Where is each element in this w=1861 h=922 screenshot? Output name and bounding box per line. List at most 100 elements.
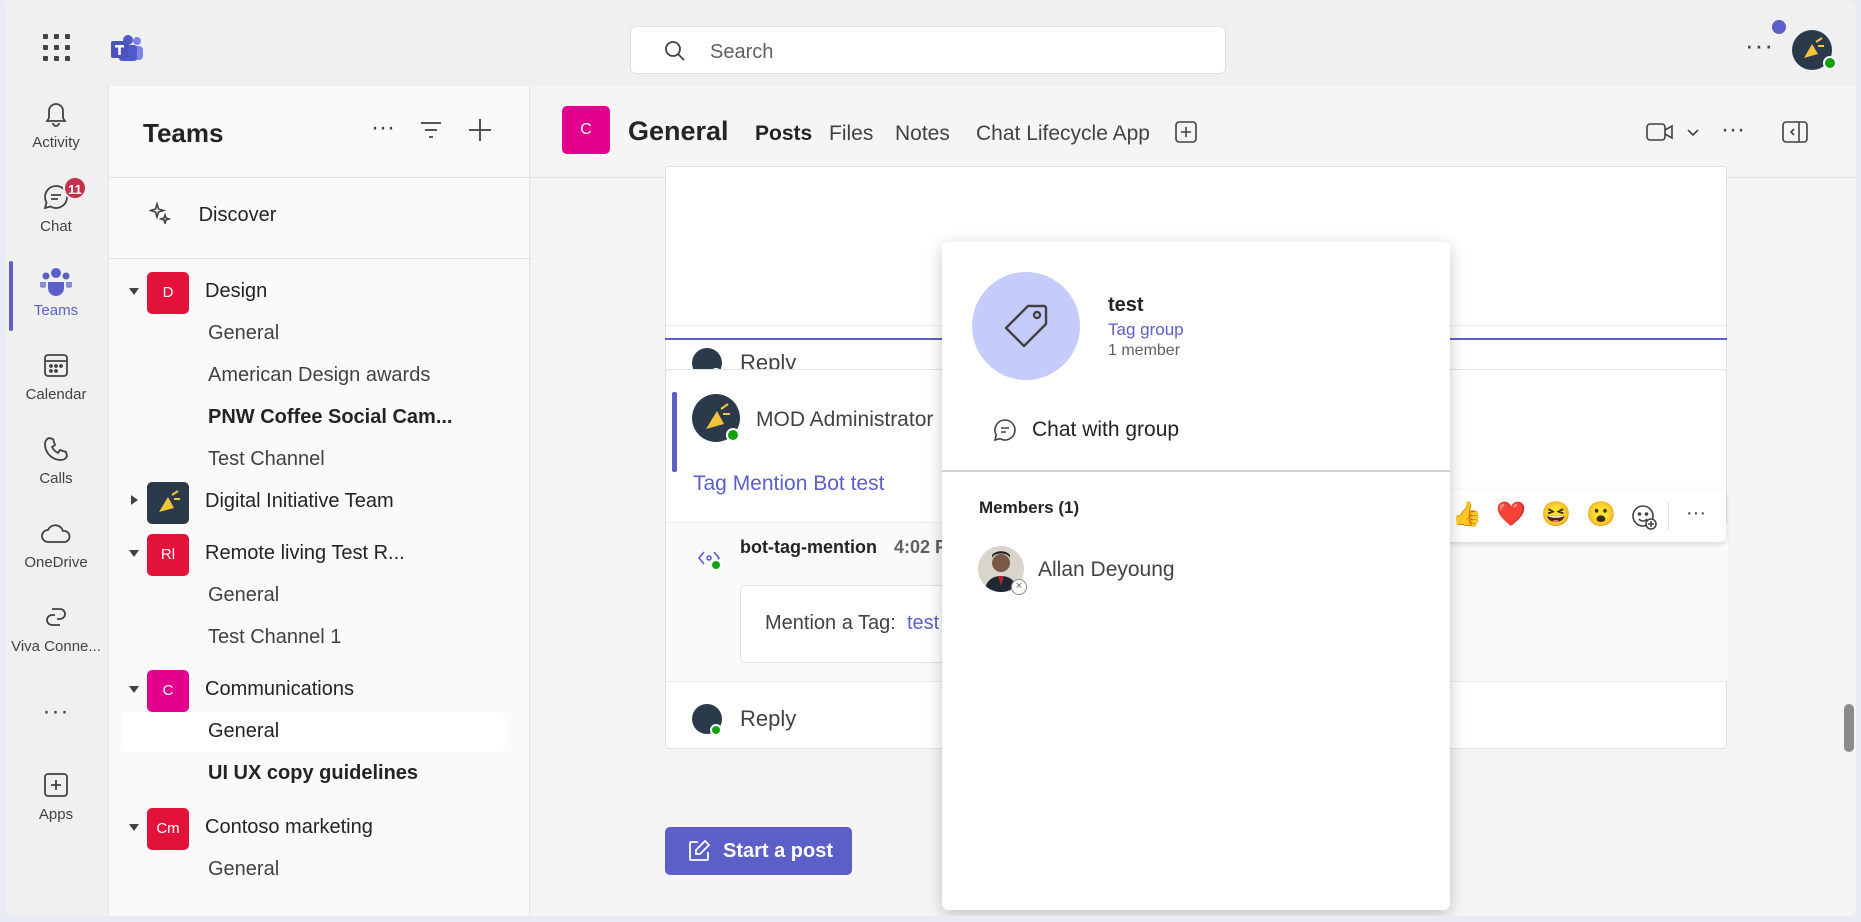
scrollbar-thumb[interactable] (1844, 704, 1854, 752)
add-icon[interactable] (467, 117, 493, 143)
teams-list-panel: Teams ··· Discover D Design General Amer… (108, 86, 531, 916)
chevron-down-icon[interactable] (129, 288, 139, 295)
surprised-reaction[interactable]: 😮 (1586, 500, 1616, 529)
rail-item-apps[interactable]: Apps (5, 770, 107, 823)
team-remote-living[interactable]: Rl Remote living Test R... (109, 534, 531, 578)
channel-header: C General Posts Files Notes Chat Lifecyc… (531, 86, 1856, 178)
rail-item-viva[interactable]: Viva Conne... (5, 602, 107, 655)
team-avatar: Rl (147, 534, 189, 576)
tag-icon (1004, 304, 1048, 348)
team-avatar (147, 482, 189, 524)
chat-unread-badge: 11 (63, 176, 87, 200)
channel-item[interactable]: Test Channel 1 (109, 622, 531, 662)
tab-posts[interactable]: Posts (755, 122, 812, 146)
teams-logo-icon (111, 35, 143, 61)
panel-toggle-icon[interactable] (1781, 120, 1809, 144)
chevron-down-icon[interactable] (129, 550, 139, 557)
presence-available-icon (1823, 56, 1837, 70)
tag-avatar (972, 272, 1080, 380)
rail-item-activity[interactable]: Activity (5, 98, 107, 151)
search-placeholder: Search (710, 41, 774, 63)
bot-timestamp: 4:02 P (894, 537, 948, 557)
channel-item[interactable]: American Design awards (109, 360, 531, 400)
team-communications[interactable]: C Communications (109, 670, 531, 714)
chat-icon (993, 419, 1016, 442)
channel-item[interactable]: General (109, 318, 531, 358)
chevron-down-icon[interactable] (129, 824, 139, 831)
bell-icon (45, 103, 67, 127)
team-avatar: Cm (147, 808, 189, 850)
tab-files[interactable]: Files (829, 122, 873, 146)
laugh-reaction[interactable]: 😆 (1541, 500, 1571, 529)
tag-member-count: 1 member (1108, 342, 1181, 359)
author-name[interactable]: MOD Administrator (756, 408, 933, 432)
chevron-right-icon[interactable] (131, 495, 138, 505)
video-call-icon[interactable] (1646, 122, 1674, 142)
chevron-down-icon[interactable] (1686, 128, 1700, 138)
presence-offline-icon: × (1011, 579, 1027, 595)
compose-icon (689, 839, 711, 861)
team-avatar: D (147, 272, 189, 314)
rail-more-icon[interactable]: ··· (5, 698, 107, 726)
message-more-icon[interactable]: ··· (1686, 502, 1706, 525)
top-bar: Search ··· (5, 0, 1856, 86)
presence-available-icon (726, 428, 740, 442)
channel-item[interactable]: General (109, 580, 531, 620)
notification-dot (1772, 20, 1786, 34)
team-contoso-marketing[interactable]: Cm Contoso marketing (109, 808, 531, 852)
post-title: Tag Mention Bot test (693, 472, 885, 495)
settings-more-icon[interactable]: ··· (1745, 30, 1774, 61)
teams-window: Search ··· Activity Chat 11 Teams Calend… (5, 0, 1856, 916)
rail-item-calls[interactable]: Calls (5, 434, 107, 487)
thumbs-up-reaction[interactable]: 👍 (1452, 500, 1482, 529)
channel-item-selected[interactable]: General (109, 716, 531, 756)
presence-available-icon (710, 724, 722, 736)
presence-available-icon (710, 559, 722, 571)
phone-icon (44, 437, 68, 461)
members-header: Members (1) (979, 498, 1080, 517)
app-rail: Activity Chat 11 Teams Calendar Calls On… (5, 86, 107, 916)
important-marker (672, 392, 677, 472)
apps-icon (44, 773, 68, 797)
tab-chat-lifecycle-app[interactable]: Chat Lifecycle App (976, 122, 1150, 146)
viva-icon (46, 608, 66, 626)
sparkle-icon (147, 201, 172, 226)
divider (109, 258, 531, 259)
team-design[interactable]: D Design (109, 272, 531, 316)
add-reaction-icon[interactable] (1630, 503, 1658, 531)
rail-item-calendar[interactable]: Calendar (5, 350, 107, 403)
channel-avatar: C (562, 106, 610, 154)
team-digital-initiative[interactable]: Digital Initiative Team (109, 482, 531, 526)
teams-icon (40, 268, 72, 296)
chevron-down-icon[interactable] (129, 686, 139, 693)
search-input[interactable]: Search (630, 26, 1226, 74)
divider (1668, 502, 1669, 530)
member-item[interactable]: × Allan Deyoung (978, 546, 1398, 596)
cloud-icon (41, 524, 71, 543)
discover-item[interactable]: Discover (147, 201, 276, 227)
channel-item[interactable]: PNW Coffee Social Cam... (109, 402, 531, 442)
channel-more-icon[interactable]: ··· (1721, 116, 1745, 144)
search-icon (665, 41, 685, 61)
filter-icon[interactable] (419, 120, 443, 140)
heart-reaction[interactable]: ❤️ (1496, 500, 1526, 529)
reaction-bar: 👍 ❤️ 😆 😮 ··· (1446, 490, 1726, 542)
channel-item[interactable]: UI UX copy guidelines (109, 758, 531, 798)
start-post-button[interactable]: Start a post (665, 827, 852, 875)
rail-item-teams[interactable]: Teams (5, 266, 107, 319)
divider (109, 177, 531, 178)
more-options-icon[interactable]: ··· (371, 114, 395, 142)
divider (942, 470, 1450, 472)
tag-type[interactable]: Tag group (1108, 320, 1184, 340)
member-name: Allan Deyoung (1038, 558, 1175, 581)
app-launcher-icon[interactable] (43, 34, 71, 62)
channel-item[interactable]: General (109, 854, 531, 894)
channel-title: General (628, 116, 729, 146)
tab-notes[interactable]: Notes (895, 122, 950, 146)
tag-name: test (1108, 294, 1144, 316)
channel-item[interactable]: Test Channel (109, 444, 531, 484)
add-tab-icon[interactable] (1174, 120, 1198, 144)
rail-item-chat[interactable]: Chat 11 (5, 176, 107, 235)
tag-mention-link[interactable]: test (907, 612, 939, 635)
rail-item-onedrive[interactable]: OneDrive (5, 518, 107, 571)
